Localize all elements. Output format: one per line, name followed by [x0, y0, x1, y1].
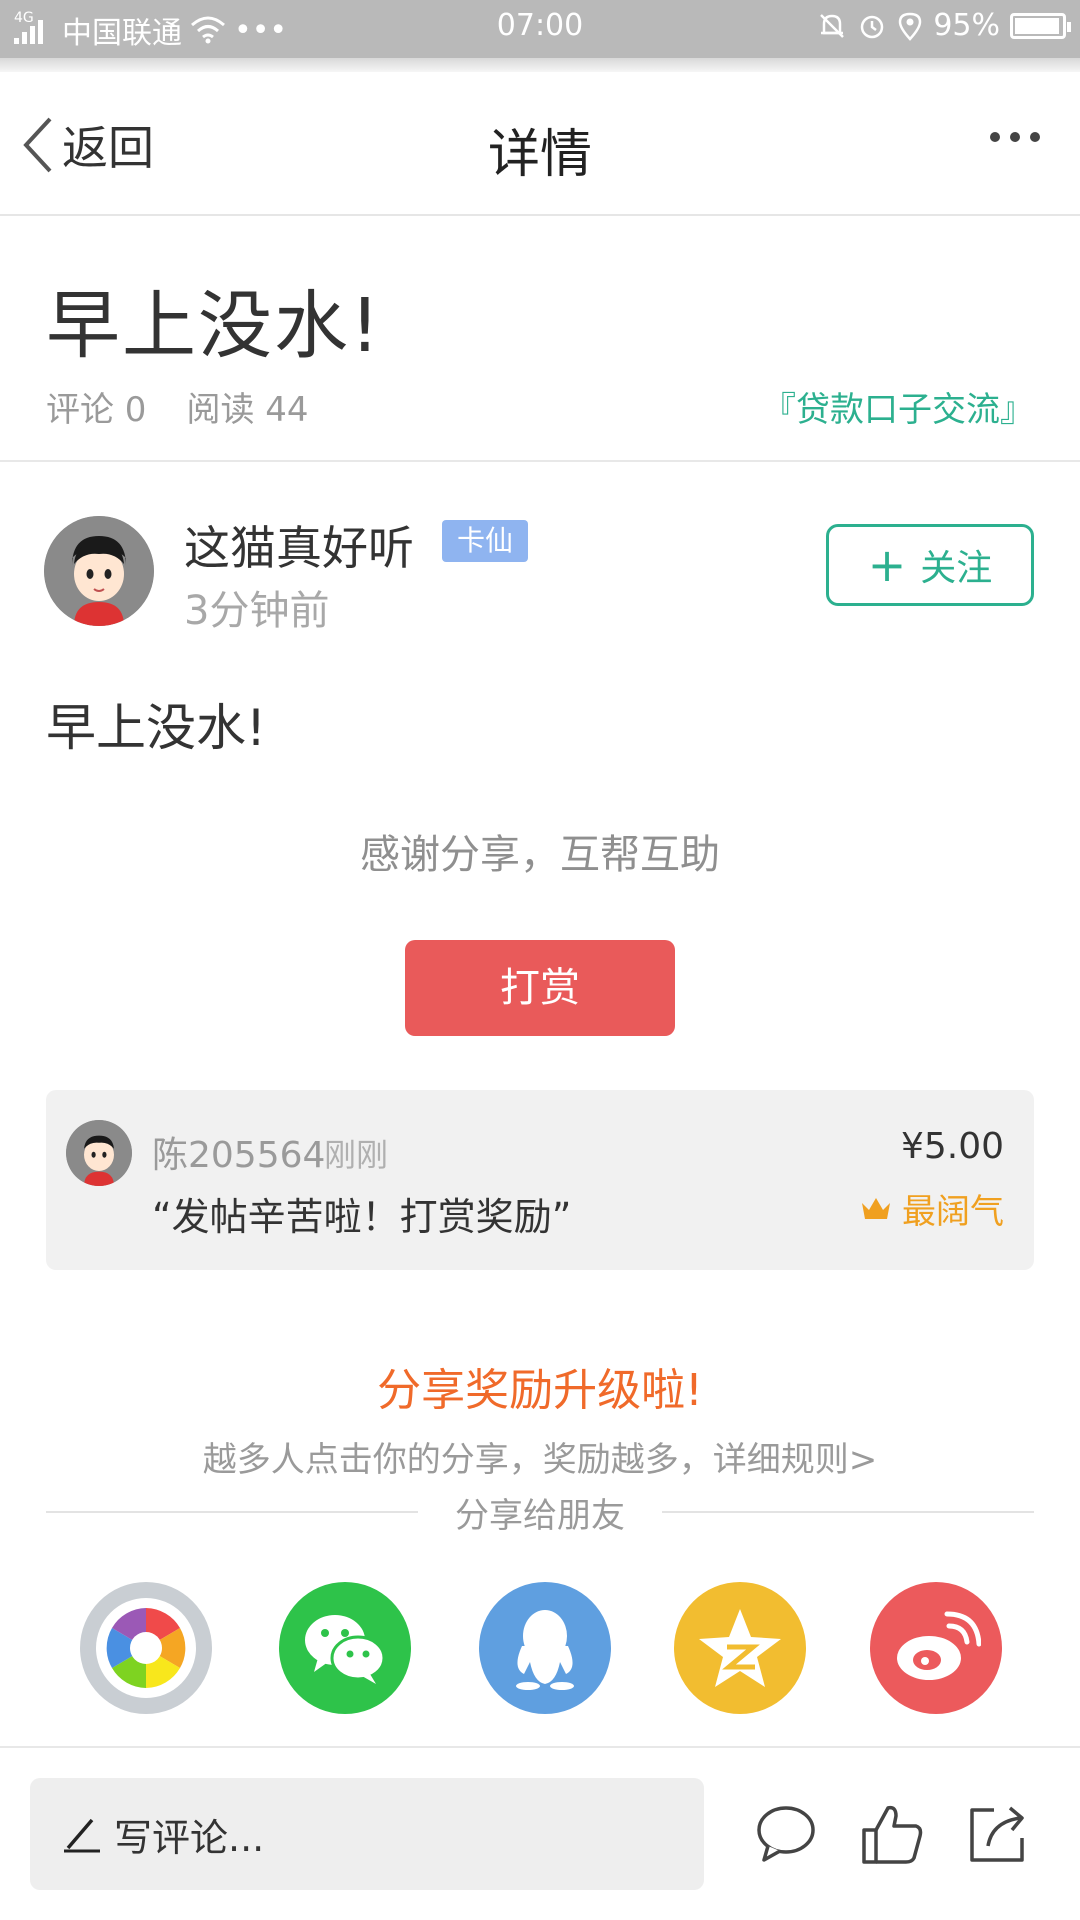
share-qzone-button[interactable] — [674, 1582, 806, 1714]
divider — [0, 1746, 1080, 1748]
reward-time: 刚刚 — [324, 1136, 389, 1174]
post-meta: 评论 0 阅读 44 — [46, 382, 309, 431]
pencil-icon — [64, 1818, 100, 1853]
comment-count: 评论 0 — [46, 390, 147, 430]
more-dot — [990, 132, 1000, 142]
like-icon[interactable] — [858, 1800, 926, 1868]
page-title: 详情 — [487, 125, 592, 185]
follow-button[interactable]: + 关注 — [826, 524, 1034, 606]
weibo-icon — [897, 1611, 981, 1680]
qq-icon — [516, 1610, 574, 1690]
share-qq-button[interactable] — [479, 1582, 611, 1714]
reward-tag-label: 最阔气 — [902, 1192, 1004, 1232]
reward-tag: 最阔气 — [860, 1184, 1004, 1233]
battery-icon — [1010, 12, 1071, 39]
share-weibo-button[interactable] — [870, 1582, 1002, 1714]
reward-amount: ¥5.00 — [900, 1126, 1004, 1167]
rewarder-avatar[interactable] — [66, 1120, 132, 1186]
more-button[interactable] — [990, 132, 1040, 142]
bell-muted-icon — [820, 13, 845, 38]
share-rules-link[interactable]: 越多人点击你的分享，奖励越多，详细规则> — [0, 1432, 1080, 1481]
location-icon — [899, 12, 922, 41]
reward-button[interactable]: 打赏 — [405, 940, 675, 1036]
read-count: 阅读 44 — [186, 390, 309, 430]
thanks-text: 感谢分享，互帮互助 — [360, 832, 720, 878]
share-wechat-button[interactable] — [279, 1582, 411, 1714]
author-badge: 卡仙 — [442, 520, 528, 562]
nav-bar: 返回 详情 — [0, 72, 1080, 216]
status-shadow — [0, 58, 1080, 72]
post-title: 早上没水! — [46, 283, 382, 369]
comment-input[interactable]: 写评论... — [30, 1778, 704, 1890]
battery-percent: 95% — [933, 8, 1000, 43]
more-dot — [1010, 132, 1020, 142]
reward-message: “发帖辛苦啦！打赏奖励” — [152, 1195, 572, 1239]
moments-icon — [96, 1598, 196, 1698]
post-body: 早上没水! — [46, 699, 267, 757]
follow-label: 关注 — [920, 548, 993, 589]
avatar-face-icon — [66, 1120, 132, 1186]
status-bar: 4G 中国联通 ••• 07:00 95% — [0, 0, 1080, 58]
plus-icon: + — [867, 538, 907, 592]
post-time: 3分钟前 — [184, 588, 330, 634]
status-right: 95% — [817, 8, 1071, 43]
wechat-icon — [305, 1615, 386, 1684]
share-icon[interactable] — [964, 1800, 1032, 1868]
comment-placeholder: 写评论... — [114, 1815, 265, 1860]
reward-record-card: 陈205564 刚刚 “发帖辛苦啦！打赏奖励” ¥5.00 最阔气 — [46, 1090, 1034, 1270]
rewarder-name[interactable]: 陈205564 — [152, 1126, 325, 1178]
more-dot — [1030, 132, 1040, 142]
share-label: 分享给朋友 — [455, 1496, 625, 1536]
qzone-icon — [699, 1609, 781, 1687]
comment-icon[interactable] — [752, 1800, 820, 1868]
crown-icon — [862, 1197, 890, 1219]
alarm-icon — [861, 15, 884, 38]
share-title: 分享奖励升级啦! — [377, 1365, 703, 1416]
author-name[interactable]: 这猫真好听 — [184, 512, 414, 578]
divider — [0, 460, 1080, 462]
author-avatar[interactable] — [44, 516, 154, 626]
avatar-face-icon — [44, 516, 154, 626]
share-moments-button[interactable] — [80, 1582, 212, 1714]
forum-link[interactable]: 『贷款口子交流』 — [762, 382, 1034, 431]
